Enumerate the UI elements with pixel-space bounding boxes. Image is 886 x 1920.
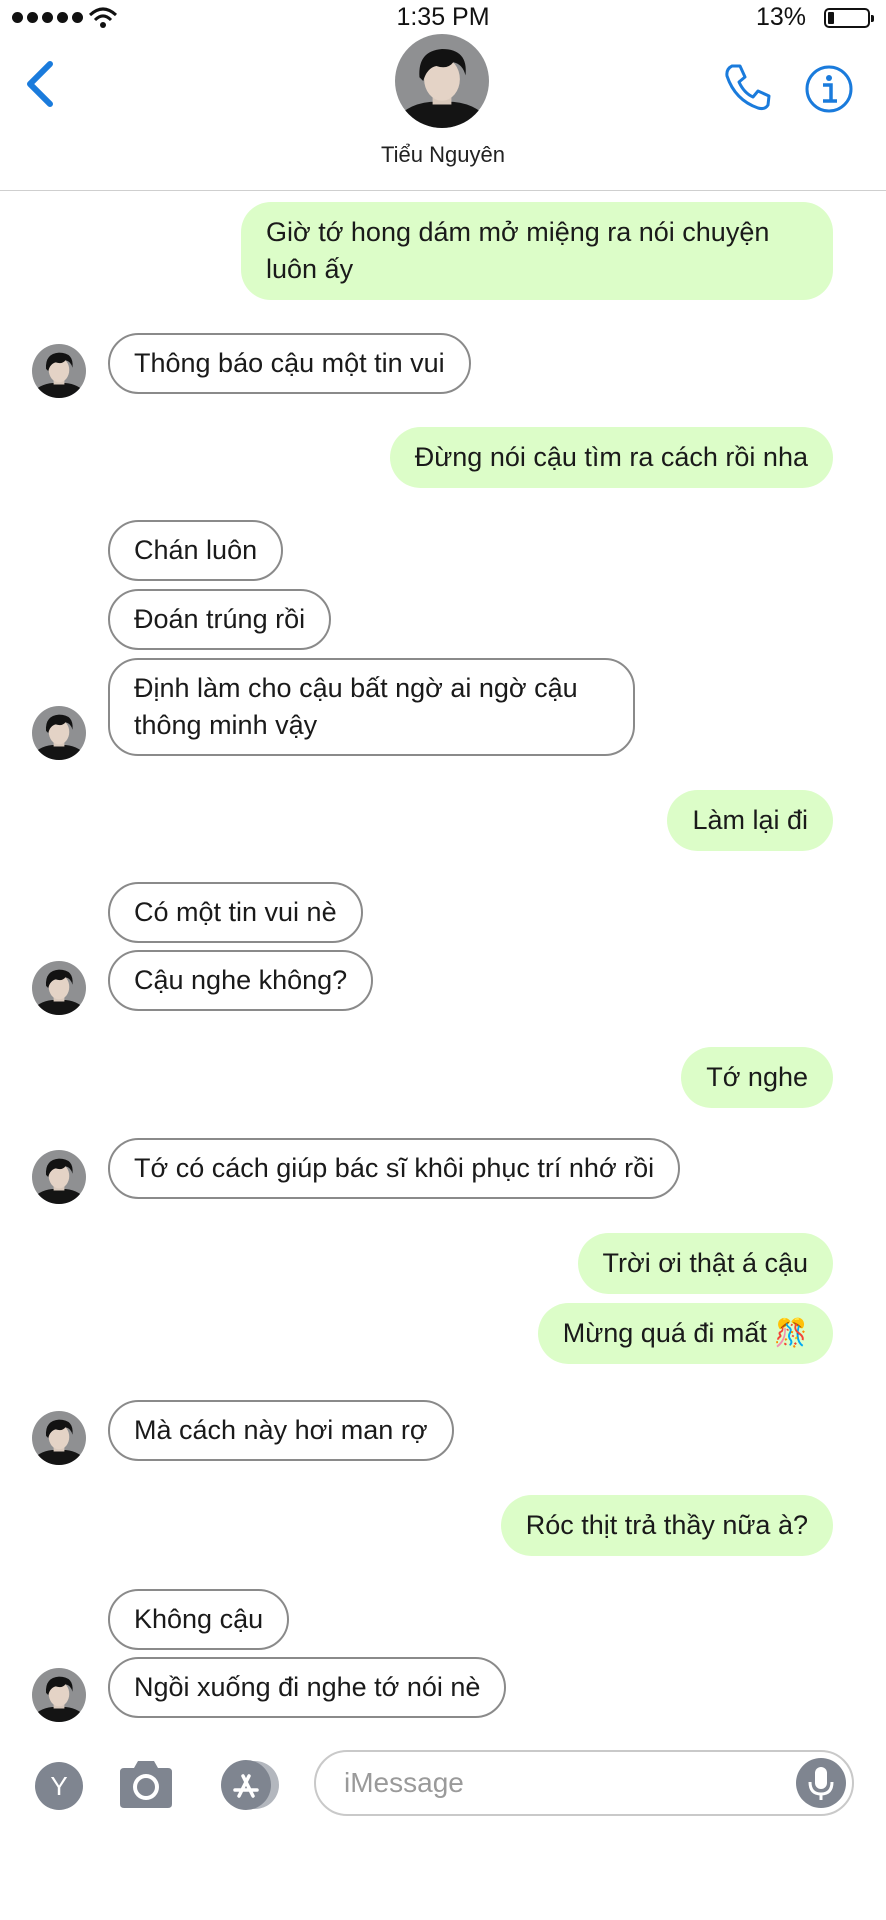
camera-icon[interactable] <box>116 1758 176 1810</box>
app-drawer-button[interactable]: Y <box>35 1762 83 1810</box>
message-sent[interactable]: Đừng nói cậu tìm ra cách rồi nha <box>389 427 833 488</box>
message-input[interactable]: iMessage <box>314 1750 854 1816</box>
conversation-header: 1:35 PM 13% Tiểu Nguyên <box>0 0 886 191</box>
sender-avatar[interactable] <box>32 1411 86 1465</box>
sender-avatar[interactable] <box>32 961 86 1015</box>
battery-percent: 13% <box>755 3 806 31</box>
phone-icon[interactable] <box>720 60 774 114</box>
message-sent[interactable]: Trời ơi thật á cậu <box>577 1233 833 1294</box>
info-icon[interactable] <box>804 64 854 114</box>
sender-avatar[interactable] <box>32 1668 86 1722</box>
sender-avatar[interactable] <box>32 706 86 760</box>
message-sent[interactable]: Giờ tớ hong dám mở miệng ra nói chuyện l… <box>241 202 833 300</box>
app-store-icon[interactable] <box>213 1758 285 1812</box>
sender-avatar[interactable] <box>32 344 86 398</box>
message-input-placeholder: iMessage <box>344 1767 464 1798</box>
message-sent[interactable]: Róc thịt trả thầy nữa à? <box>500 1495 833 1556</box>
message-received[interactable]: Đoán trúng rồi <box>108 589 332 650</box>
message-received[interactable]: Tớ có cách giúp bác sĩ khôi phục trí nhớ… <box>108 1138 681 1199</box>
message-received[interactable]: Không cậu <box>108 1589 290 1650</box>
message-received[interactable]: Cậu nghe không? <box>108 950 374 1011</box>
message-sent[interactable]: Mừng quá đi mất 🎊 <box>537 1303 833 1364</box>
sender-avatar[interactable] <box>32 1150 86 1204</box>
contact-name[interactable]: Tiểu Nguyên <box>0 142 886 168</box>
message-sent[interactable]: Làm lại đi <box>667 790 833 851</box>
contact-avatar[interactable] <box>395 34 489 128</box>
message-received[interactable]: Định làm cho cậu bất ngờ ai ngờ cậu thôn… <box>108 658 635 756</box>
status-time: 1:35 PM <box>396 3 490 31</box>
message-received[interactable]: Thông báo cậu một tin vui <box>108 333 471 394</box>
message-received[interactable]: Ngồi xuống đi nghe tớ nói nè <box>108 1657 507 1718</box>
chevron-left-icon[interactable] <box>22 58 58 110</box>
message-received[interactable]: Chán luôn <box>108 520 284 581</box>
message-received[interactable]: Mà cách này hơi man rợ <box>108 1400 454 1461</box>
message-received[interactable]: Có một tin vui nè <box>108 882 363 943</box>
battery-icon <box>824 8 874 28</box>
microphone-icon[interactable] <box>796 1758 846 1808</box>
message-sent[interactable]: Tớ nghe <box>681 1047 833 1108</box>
